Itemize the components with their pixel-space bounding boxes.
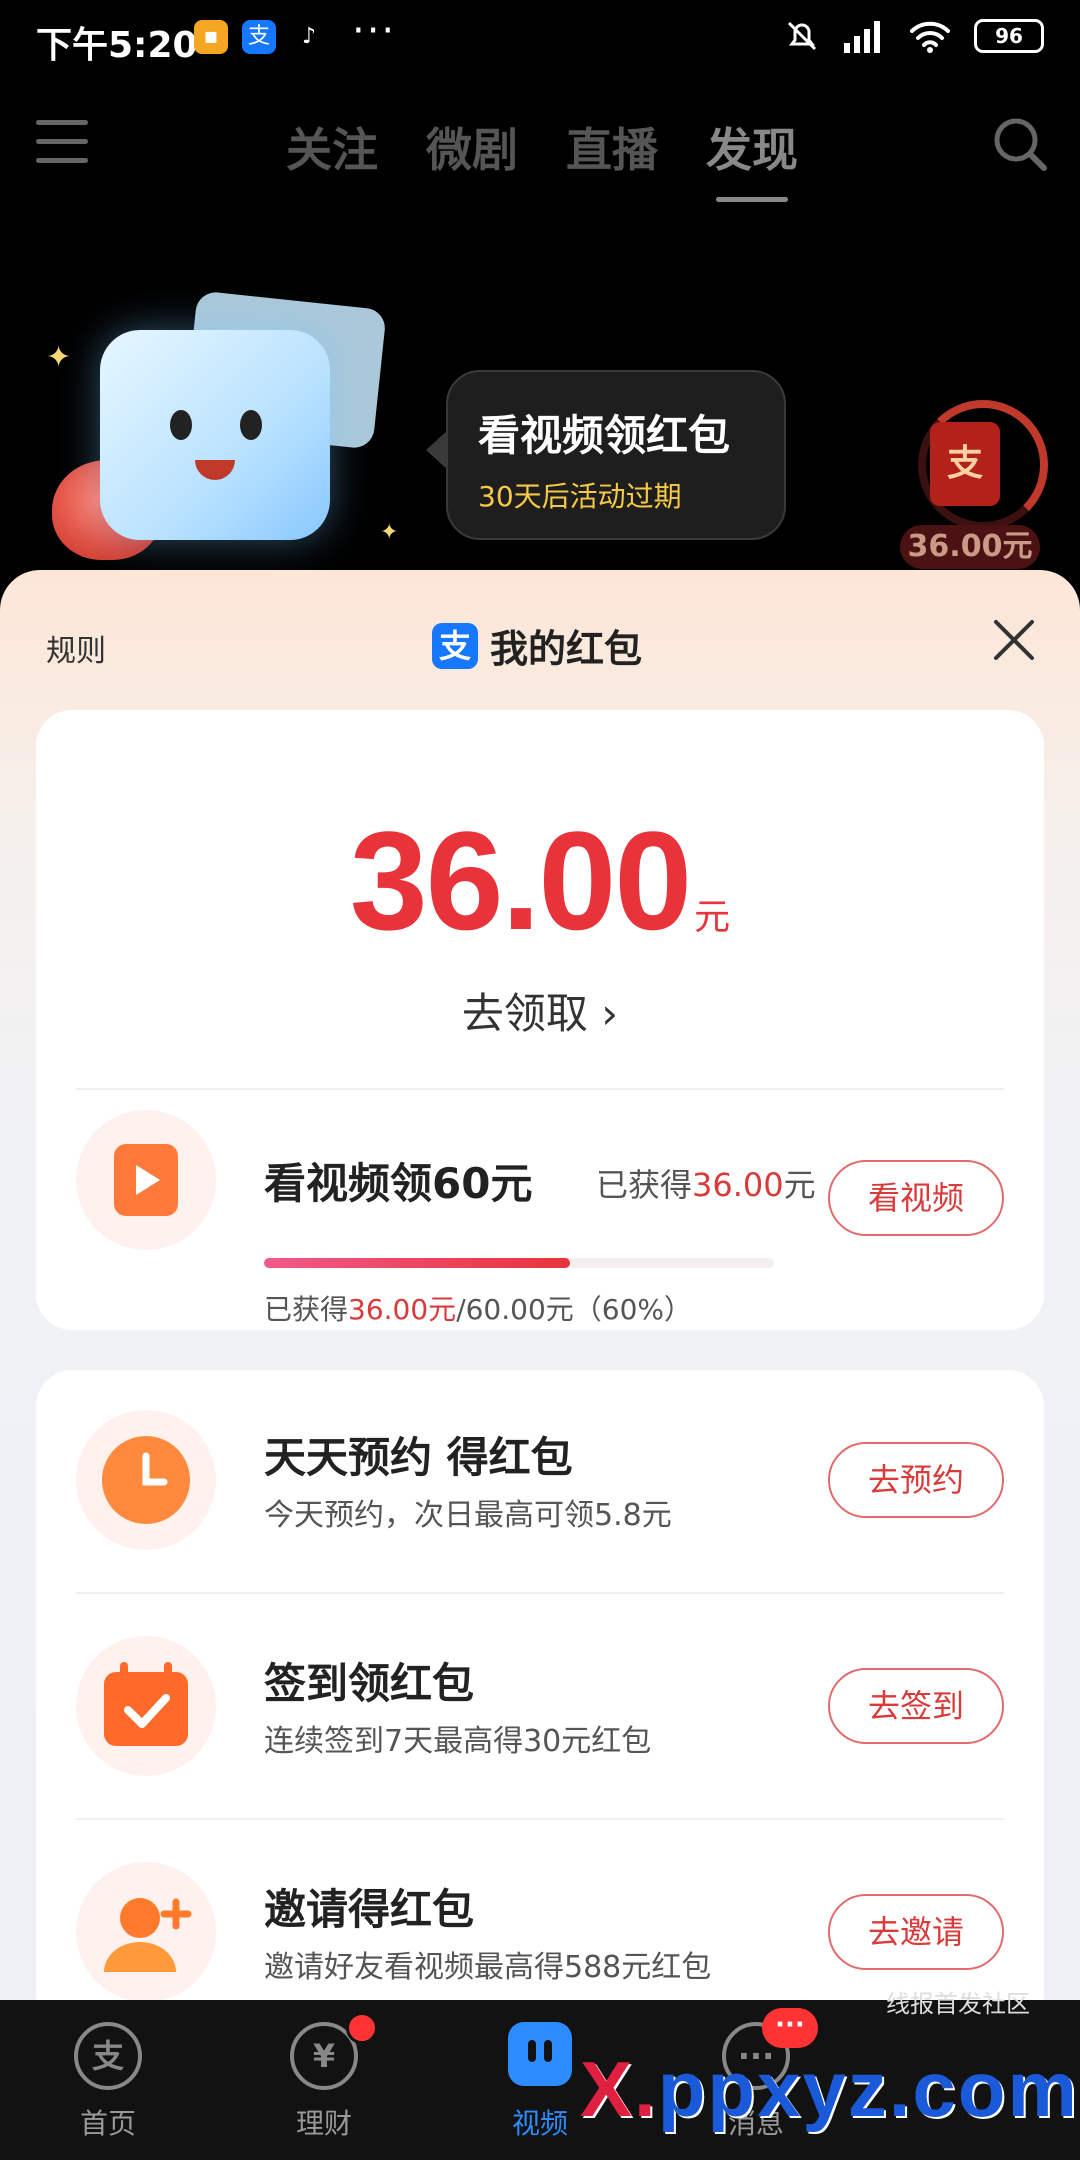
tab-finance[interactable]: ¥ 理财 [244, 2012, 404, 2142]
watermark-caption: 线报首发社区 [886, 1990, 1030, 2018]
sheet-header: 规则 支 我的红包 [0, 570, 1080, 720]
task-icon-bg [76, 1862, 216, 2000]
progress-prefix: 已获得 [264, 1293, 349, 1326]
tab-live[interactable]: 直播 [566, 114, 658, 180]
tasks-card: 天天预约 得红包 今天预约，次日最高可领5.8元 去预约 签到领红包 连续签到7… [36, 1370, 1044, 2000]
watch-video-button[interactable]: 看视频 [828, 1160, 1004, 1236]
divider [76, 1592, 1004, 1594]
tab-label: 理财 [295, 2107, 352, 2140]
reserve-button[interactable]: 去预约 [828, 1442, 1004, 1518]
video-tab-icon [508, 2022, 572, 2086]
calendar-check-icon [104, 1662, 188, 1746]
promo-bubble: 看视频领红包 30天后活动过期 [426, 370, 786, 540]
signal-icon [844, 21, 880, 53]
tab-home[interactable]: 支 首页 [28, 2022, 188, 2142]
task-subtitle: 连续签到7天最高得30元红包 [264, 1724, 652, 1759]
status-right-icons: 96 [784, 18, 1044, 54]
sparkle-icon: ✦ [380, 520, 399, 545]
video-task-progress-fill [264, 1258, 570, 1268]
sheet-title: 我的红包 [490, 627, 643, 671]
sparkle-icon: ✦ [46, 340, 72, 375]
task-subtitle: 今天预约，次日最高可领5.8元 [264, 1498, 672, 1533]
task-icon-bg [76, 1636, 216, 1776]
balance-unit: 元 [694, 897, 731, 938]
balance-amount-row: 36.00 元 [36, 800, 1044, 962]
red-envelope-icon: 支 [930, 422, 1000, 506]
message-app-icon: ▪ [194, 20, 228, 54]
balance-amount: 36.00 [349, 802, 692, 959]
promo-subtitle: 30天后活动过期 [478, 480, 682, 513]
battery-indicator: 96 [974, 19, 1044, 53]
redpack-widget[interactable]: 支 36.00元 [900, 400, 1050, 570]
search-icon[interactable] [990, 114, 1050, 174]
tab-follow[interactable]: 关注 [286, 114, 378, 180]
earned-amount: 36.00 [692, 1166, 784, 1204]
message-more-badge: ··· [762, 2008, 818, 2048]
earned-unit: 元 [783, 1166, 816, 1204]
tiktok-app-icon: ♪ [292, 20, 326, 54]
top-nav: 关注 微剧 直播 发现 [0, 100, 1080, 202]
balance-card: 36.00 元 去领取 › 看视频领60元 已获得36.00元 已获得36.00元… [36, 710, 1044, 1330]
red-packet-sheet: 规则 支 我的红包 36.00 元 去领取 › 看视频领60元 已获得36.00元… [0, 570, 1080, 2000]
status-bar: 下午5:20 ▪ 支 ♪ ··· 96 [0, 0, 1080, 80]
mute-bell-icon [787, 21, 817, 51]
divider [76, 1088, 1004, 1090]
task-icon-bg [76, 1410, 216, 1550]
video-task-progress-text: 已获得36.00元/60.00元（60%） [264, 1288, 692, 1328]
alipay-home-icon: 支 [74, 2022, 142, 2090]
checkin-button[interactable]: 去签到 [828, 1668, 1004, 1744]
status-more-dots: ··· [352, 8, 397, 54]
task-title: 签到领红包 [264, 1659, 475, 1708]
nav-tabs: 关注 微剧 直播 发现 [286, 114, 798, 202]
menu-icon[interactable] [36, 120, 88, 164]
promo-title: 看视频领红包 [478, 411, 731, 460]
promo-banner[interactable]: ✦ ✦ 看视频领红包 30天后活动过期 支 36.00元 [0, 290, 1080, 570]
wifi-icon [910, 21, 950, 53]
tab-micro-drama[interactable]: 微剧 [426, 114, 518, 180]
watermark-domain: ppxyz.com [657, 2045, 1079, 2133]
sheet-title-group: 支 我的红包 [432, 618, 642, 673]
status-time: 下午5:20 [36, 25, 198, 66]
earned-prefix: 已获得 [596, 1166, 693, 1204]
claim-link[interactable]: 去领取 › [36, 980, 1044, 1041]
video-task-title: 看视频领60元 [264, 1159, 533, 1208]
rules-link[interactable]: 规则 [46, 626, 106, 670]
task-title: 天天预约 得红包 [264, 1433, 573, 1482]
notification-badge [346, 2012, 378, 2044]
progress-current: 36.00元 [348, 1293, 457, 1326]
task-subtitle: 邀请好友看视频最高得588元红包 [264, 1950, 712, 1985]
play-video-icon [114, 1144, 178, 1216]
watermark: X.ppxyz.com [580, 2044, 1079, 2135]
alipay-app-icon: 支 [242, 20, 276, 54]
close-icon[interactable] [992, 618, 1036, 662]
divider [76, 1818, 1004, 1820]
clock-icon [102, 1436, 190, 1524]
video-task-row: 看视频领60元 已获得36.00元 已获得36.00元/60.00元（60%） … [36, 1110, 1044, 1326]
mascot-image [100, 330, 330, 540]
alipay-logo-icon: 支 [432, 622, 478, 669]
video-task-progress [264, 1258, 774, 1268]
video-task-icon-bg [76, 1110, 216, 1250]
task-row-checkin: 签到领红包 连续签到7天最高得30元红包 去签到 [36, 1596, 1044, 1796]
tab-label: 首页 [79, 2107, 136, 2140]
progress-total: /60.00元（60%） [456, 1293, 693, 1326]
task-title: 邀请得红包 [264, 1885, 475, 1934]
task-row-reserve: 天天预约 得红包 今天预约，次日最高可领5.8元 去预约 [36, 1370, 1044, 1570]
invite-user-icon [104, 1898, 192, 1972]
video-task-earned: 已获得36.00元 [596, 1160, 816, 1206]
watermark-prefix: X. [580, 2045, 658, 2133]
invite-button[interactable]: 去邀请 [828, 1894, 1004, 1970]
task-row-invite: 邀请得红包 邀请好友看视频最高得588元红包 去邀请 [36, 1822, 1044, 2000]
tab-discover[interactable]: 发现 [706, 114, 798, 202]
redpack-widget-amount: 36.00元 [900, 525, 1040, 569]
